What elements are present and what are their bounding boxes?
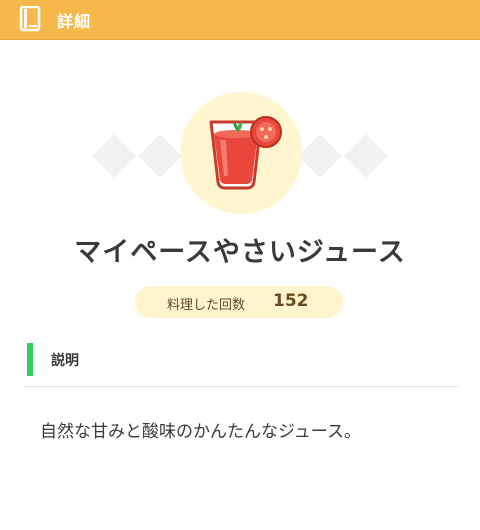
section-divider [23,386,459,387]
cooked-count-value: 152 [273,291,309,311]
header-title: 詳細 [57,12,92,31]
item-name: マイペースやさいジュース [74,237,406,268]
cooked-count-badge: 料理した回数 152 [135,286,343,318]
section-title: 説明 [51,353,79,369]
cooked-count-label: 料理した回数 [167,298,246,313]
section-accent-bar [27,343,33,376]
header-bar: 詳細 [0,0,480,39]
book-icon [19,6,41,32]
item-icon-frame [180,92,302,214]
tomato-juice-icon [209,116,282,190]
item-description: 自然な甘みと酸味のかんたんなジュース。 [40,422,361,442]
